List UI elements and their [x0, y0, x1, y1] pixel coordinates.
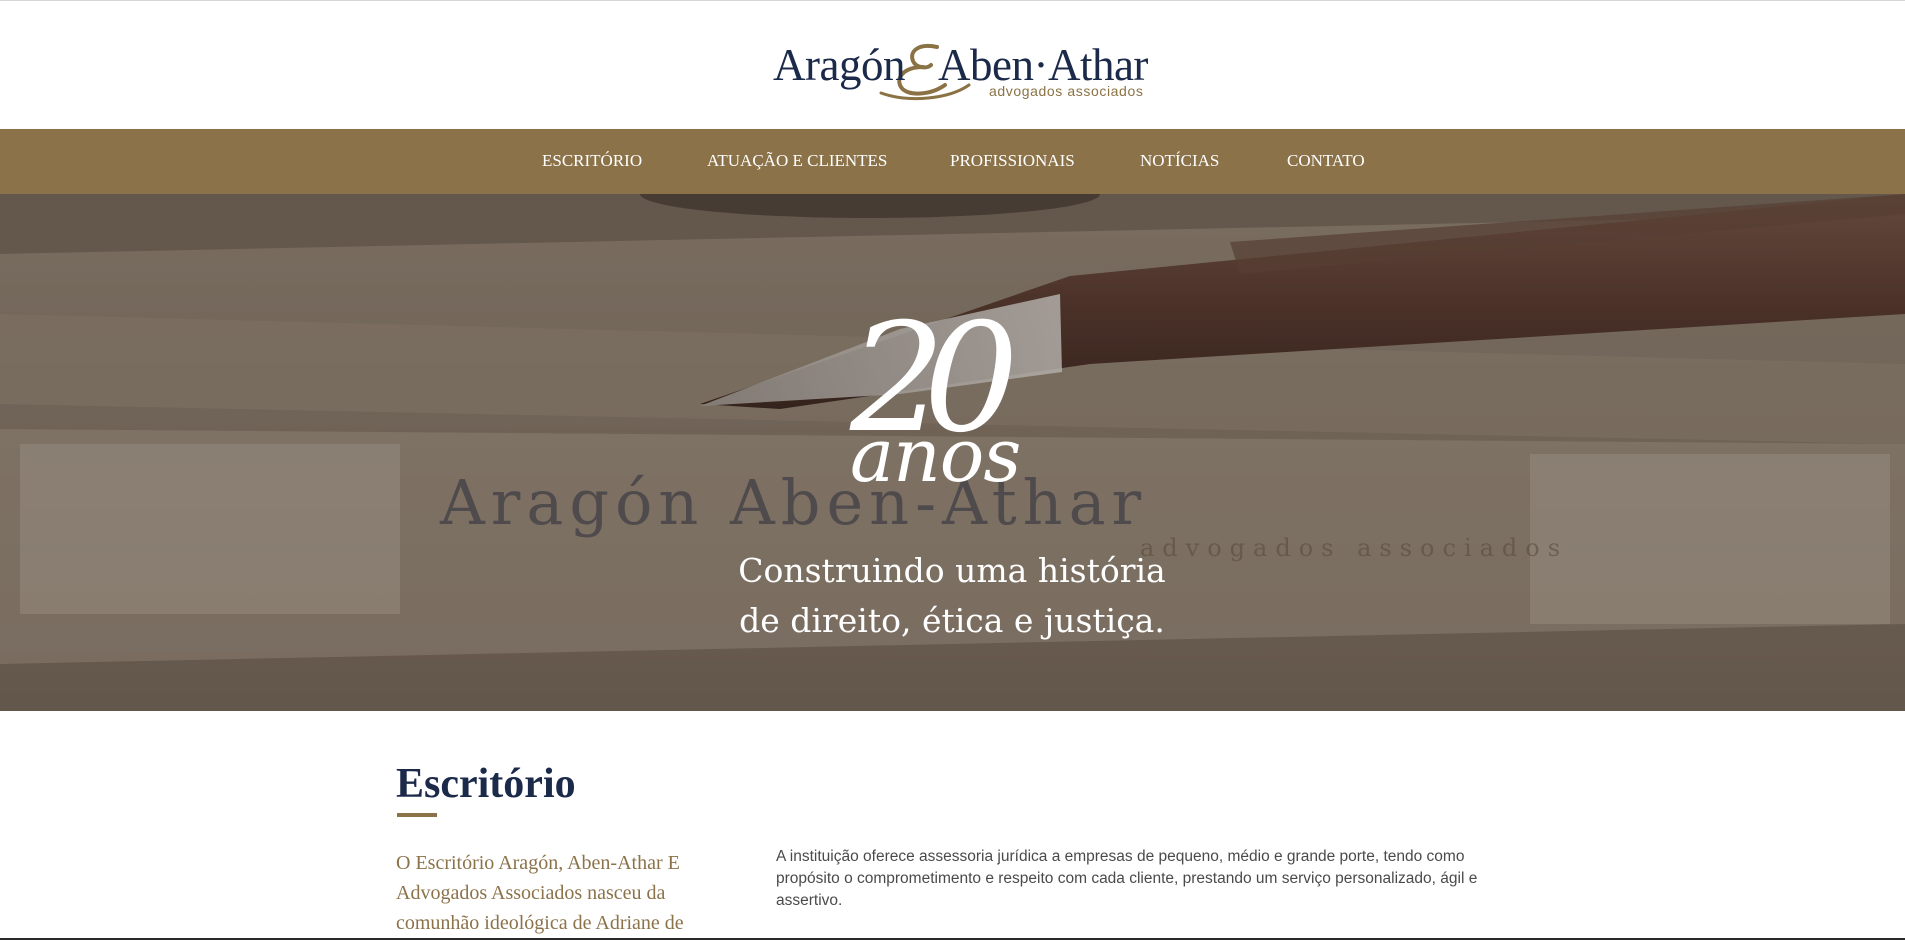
- nav-item-escritorio[interactable]: ESCRITÓRIO: [542, 151, 642, 171]
- hero-tagline-line2: de direito, ética e justiça.: [739, 601, 1165, 640]
- section-body: A instituição oferece assessoria jurídic…: [776, 848, 1478, 909]
- section-title: Escritório: [396, 761, 576, 807]
- hero-tagline-line1: Construindo uma história: [738, 551, 1166, 590]
- nav-item-profissionais[interactable]: PROFISSIONAIS: [950, 151, 1075, 171]
- anniversary-word: anos: [850, 413, 1021, 499]
- header: Aragón Aben·Athar advogados associados: [0, 1, 1905, 129]
- section-intro: O Escritório Aragón, Aben-Athar E Advoga…: [396, 852, 684, 934]
- logo-name-part1: Aragón: [773, 40, 905, 90]
- nav-item-contato[interactable]: CONTATO: [1287, 151, 1365, 171]
- nav-item-atuacao-clientes[interactable]: ATUAÇÃO E CLIENTES: [707, 151, 887, 171]
- hero-banner: Aragón Aben-Athar advogados associados 2…: [0, 194, 1905, 711]
- hero-tagline: Construindo uma história de direito, éti…: [652, 546, 1252, 646]
- site-logo[interactable]: Aragón Aben·Athar advogados associados: [773, 39, 1148, 103]
- section-title-underline: [397, 813, 437, 817]
- nav-item-noticias[interactable]: NOTÍCIAS: [1140, 151, 1219, 171]
- main-navigation: ESCRITÓRIO ATUAÇÃO E CLIENTES PROFISSION…: [0, 129, 1905, 194]
- logo-subtitle: advogados associados: [989, 83, 1144, 99]
